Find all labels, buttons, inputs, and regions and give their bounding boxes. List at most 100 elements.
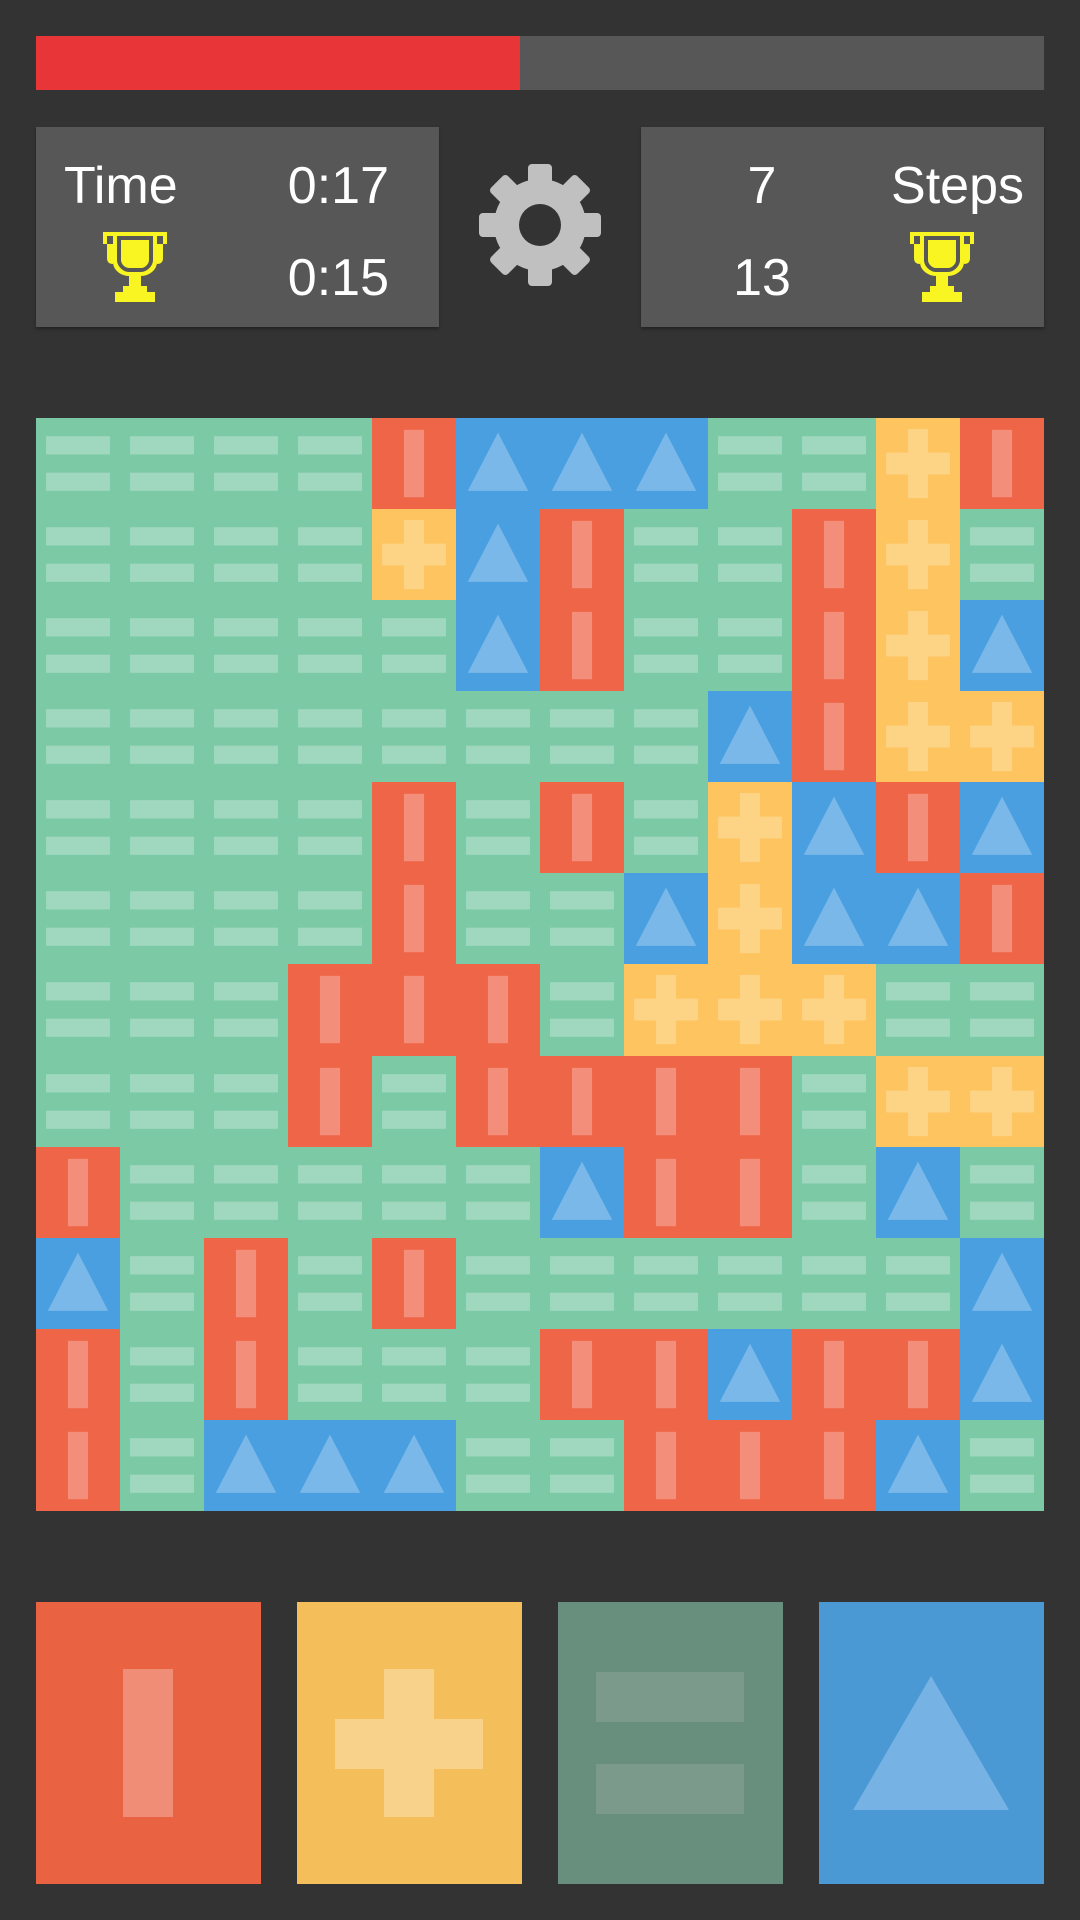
board-cell[interactable] bbox=[708, 509, 792, 601]
board-cell[interactable] bbox=[624, 691, 708, 783]
board-cell[interactable] bbox=[792, 418, 876, 510]
board-cell[interactable] bbox=[288, 418, 372, 510]
board-cell[interactable] bbox=[204, 1419, 288, 1511]
board-cell[interactable] bbox=[708, 964, 792, 1056]
board-cell[interactable] bbox=[204, 782, 288, 874]
board-cell[interactable] bbox=[120, 782, 204, 874]
board-cell[interactable] bbox=[120, 964, 204, 1056]
board-cell[interactable] bbox=[204, 1055, 288, 1147]
board-cell[interactable] bbox=[792, 691, 876, 783]
board-cell[interactable] bbox=[792, 873, 876, 965]
board-cell[interactable] bbox=[624, 1237, 708, 1329]
board-cell[interactable] bbox=[708, 1146, 792, 1238]
board-cell[interactable] bbox=[960, 1055, 1044, 1147]
board-cell[interactable] bbox=[624, 600, 708, 692]
board-cell[interactable] bbox=[204, 1328, 288, 1420]
board-cell[interactable] bbox=[36, 600, 120, 692]
board-cell[interactable] bbox=[540, 1328, 624, 1420]
board-cell[interactable] bbox=[288, 782, 372, 874]
board-cell[interactable] bbox=[540, 418, 624, 510]
board-cell[interactable] bbox=[708, 1419, 792, 1511]
board-cell[interactable] bbox=[456, 1146, 540, 1238]
board-cell[interactable] bbox=[456, 600, 540, 692]
board-cell[interactable] bbox=[288, 873, 372, 965]
board-cell[interactable] bbox=[540, 1055, 624, 1147]
board-cell[interactable] bbox=[456, 691, 540, 783]
board-cell[interactable] bbox=[792, 1055, 876, 1147]
board-cell[interactable] bbox=[36, 418, 120, 510]
board-cell[interactable] bbox=[456, 782, 540, 874]
board-cell[interactable] bbox=[876, 782, 960, 874]
board-cell[interactable] bbox=[36, 1237, 120, 1329]
board-cell[interactable] bbox=[372, 1146, 456, 1238]
board-cell[interactable] bbox=[876, 873, 960, 965]
board-cell[interactable] bbox=[792, 782, 876, 874]
red-bar-button[interactable] bbox=[36, 1602, 261, 1884]
blue-triangle-button[interactable] bbox=[819, 1602, 1044, 1884]
board-cell[interactable] bbox=[792, 509, 876, 601]
board-cell[interactable] bbox=[120, 1419, 204, 1511]
board-cell[interactable] bbox=[540, 1419, 624, 1511]
board-cell[interactable] bbox=[120, 873, 204, 965]
board-cell[interactable] bbox=[288, 1419, 372, 1511]
board-cell[interactable] bbox=[372, 964, 456, 1056]
board-cell[interactable] bbox=[204, 600, 288, 692]
board-cell[interactable] bbox=[876, 1055, 960, 1147]
board-cell[interactable] bbox=[288, 1055, 372, 1147]
board-cell[interactable] bbox=[624, 873, 708, 965]
board-cell[interactable] bbox=[876, 1237, 960, 1329]
board-cell[interactable] bbox=[204, 691, 288, 783]
board-cell[interactable] bbox=[288, 964, 372, 1056]
board-cell[interactable] bbox=[456, 418, 540, 510]
board-cell[interactable] bbox=[624, 418, 708, 510]
board-cell[interactable] bbox=[120, 1146, 204, 1238]
board-cell[interactable] bbox=[372, 782, 456, 874]
board-cell[interactable] bbox=[372, 1328, 456, 1420]
board-cell[interactable] bbox=[876, 418, 960, 510]
board-cell[interactable] bbox=[792, 1419, 876, 1511]
board-cell[interactable] bbox=[876, 509, 960, 601]
board-cell[interactable] bbox=[708, 418, 792, 510]
board-cell[interactable] bbox=[708, 600, 792, 692]
board-cell[interactable] bbox=[792, 1146, 876, 1238]
board-cell[interactable] bbox=[36, 691, 120, 783]
board-cell[interactable] bbox=[540, 509, 624, 601]
board-cell[interactable] bbox=[372, 1055, 456, 1147]
board-cell[interactable] bbox=[120, 418, 204, 510]
board-cell[interactable] bbox=[708, 782, 792, 874]
board-cell[interactable] bbox=[624, 1419, 708, 1511]
board-cell[interactable] bbox=[792, 600, 876, 692]
green-equals-button[interactable] bbox=[558, 1602, 783, 1884]
board-cell[interactable] bbox=[540, 964, 624, 1056]
board-cell[interactable] bbox=[624, 1055, 708, 1147]
board-cell[interactable] bbox=[708, 1055, 792, 1147]
board-cell[interactable] bbox=[876, 1146, 960, 1238]
board-cell[interactable] bbox=[372, 1237, 456, 1329]
board-cell[interactable] bbox=[204, 964, 288, 1056]
board-cell[interactable] bbox=[120, 691, 204, 783]
board-cell[interactable] bbox=[960, 873, 1044, 965]
board-cell[interactable] bbox=[876, 964, 960, 1056]
board-cell[interactable] bbox=[876, 1328, 960, 1420]
board-cell[interactable] bbox=[540, 600, 624, 692]
board-cell[interactable] bbox=[204, 1146, 288, 1238]
board-cell[interactable] bbox=[708, 1328, 792, 1420]
board-cell[interactable] bbox=[792, 1237, 876, 1329]
board-cell[interactable] bbox=[708, 691, 792, 783]
board-cell[interactable] bbox=[624, 964, 708, 1056]
board-cell[interactable] bbox=[624, 1328, 708, 1420]
board-cell[interactable] bbox=[540, 1237, 624, 1329]
board-cell[interactable] bbox=[204, 1237, 288, 1329]
board-cell[interactable] bbox=[960, 691, 1044, 783]
board-cell[interactable] bbox=[456, 1419, 540, 1511]
board-cell[interactable] bbox=[456, 1328, 540, 1420]
board-cell[interactable] bbox=[456, 873, 540, 965]
board-cell[interactable] bbox=[876, 1419, 960, 1511]
board-cell[interactable] bbox=[36, 964, 120, 1056]
board-cell[interactable] bbox=[372, 691, 456, 783]
board-cell[interactable] bbox=[372, 600, 456, 692]
board-cell[interactable] bbox=[960, 600, 1044, 692]
board-cell[interactable] bbox=[624, 509, 708, 601]
board-cell[interactable] bbox=[960, 782, 1044, 874]
board-cell[interactable] bbox=[120, 509, 204, 601]
